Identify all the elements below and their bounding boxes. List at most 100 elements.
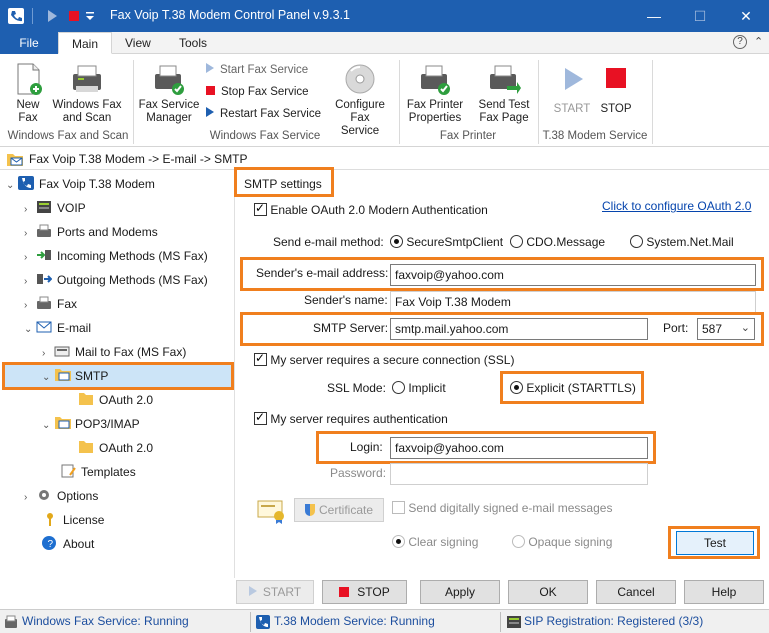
- windows-fax-scan-button[interactable]: Windows Fax and Scan: [50, 62, 124, 125]
- help-button[interactable]: Help: [684, 580, 764, 604]
- tree-item-templates[interactable]: Templates: [60, 460, 136, 484]
- port-select[interactable]: 587 ⌄: [697, 318, 755, 340]
- stop-square-icon: [599, 62, 633, 96]
- checkbox-checked[interactable]: [254, 351, 267, 366]
- clear-signing-radio[interactable]: Clear signing: [392, 535, 478, 549]
- password-input[interactable]: [390, 463, 648, 485]
- radio-unselected[interactable]: [510, 235, 523, 248]
- restart-fax-service-button[interactable]: Restart Fax Service: [206, 105, 321, 123]
- tree-item-email[interactable]: ⌄ E-mail: [24, 316, 91, 340]
- method-cdo-radio[interactable]: CDO.Message: [510, 235, 605, 249]
- certificate-icon: [257, 498, 287, 527]
- tree-item-smtp-selected[interactable]: [2, 362, 234, 390]
- ribbon-stop-button[interactable]: STOP: [596, 62, 636, 116]
- chevron-right-icon[interactable]: ›: [24, 270, 36, 294]
- fax-icon: [36, 294, 52, 309]
- send-test-fax-page-button[interactable]: Send Test Fax Page: [474, 62, 534, 125]
- qat-start-icon[interactable]: [44, 8, 60, 24]
- ribbon-start-button[interactable]: START: [552, 62, 592, 116]
- tree-item-voip[interactable]: › VOIP: [24, 196, 86, 220]
- tree-item-mail-to-fax[interactable]: › Mail to Fax (MS Fax): [42, 340, 186, 364]
- windows-fax-scan-label: Windows Fax and Scan: [52, 99, 122, 124]
- ssl-checkbox[interactable]: My server requires a secure connection (…: [254, 351, 514, 367]
- minimize-button[interactable]: —: [631, 0, 677, 32]
- radio-unselected[interactable]: [630, 235, 643, 248]
- checkbox-checked[interactable]: [254, 410, 267, 425]
- tree-item-smtp[interactable]: ⌄ SMTP: [42, 364, 108, 388]
- auth-checkbox[interactable]: My server requires authentication: [254, 410, 448, 426]
- stop-fax-service-button[interactable]: Stop Fax Service: [206, 83, 309, 101]
- chevron-down-icon[interactable]: ⌄: [42, 414, 54, 438]
- new-fax-button[interactable]: New Fax: [8, 62, 48, 125]
- tree-item-pop3[interactable]: ⌄ POP3/IMAP: [42, 412, 140, 436]
- maximize-button[interactable]: ☐: [677, 0, 723, 32]
- chevron-right-icon[interactable]: ›: [24, 294, 36, 318]
- radio-selected[interactable]: [392, 535, 405, 548]
- tree-item-ports[interactable]: › Ports and Modems: [24, 220, 158, 244]
- tree-item-root[interactable]: ⌄ Fax Voip T.38 Modem: [6, 172, 155, 196]
- qat-stop-icon[interactable]: [66, 8, 82, 24]
- tree-item-about[interactable]: ? About: [42, 532, 94, 556]
- test-button[interactable]: Test: [676, 531, 754, 555]
- configure-fax-service-button[interactable]: Configure Fax Service: [330, 62, 390, 138]
- smtp-server-input[interactable]: smtp.mail.yahoo.com: [390, 318, 648, 340]
- chevron-right-icon[interactable]: ›: [24, 222, 36, 246]
- opaque-signing-radio[interactable]: Opaque signing: [512, 535, 612, 549]
- enable-oauth-checkbox[interactable]: Enable OAuth 2.0 Modern Authentication: [254, 201, 488, 217]
- status-divider: [250, 612, 251, 632]
- splitter[interactable]: [234, 170, 235, 578]
- fax-service-manager-icon: [152, 62, 186, 96]
- bottom-stop-button[interactable]: STOP: [322, 580, 407, 604]
- checkbox-checked[interactable]: [254, 201, 267, 216]
- qat-customize-icon[interactable]: [84, 8, 100, 24]
- ssl-implicit-radio[interactable]: Implicit: [392, 381, 446, 395]
- ssl-explicit-radio[interactable]: Explicit (STARTTLS): [510, 381, 636, 395]
- app-icon[interactable]: [8, 8, 24, 24]
- printer-properties-icon: [418, 62, 452, 96]
- tree-item-fax[interactable]: › Fax: [24, 292, 77, 316]
- close-button[interactable]: ✕: [723, 0, 769, 32]
- chevron-right-icon[interactable]: ›: [24, 198, 36, 222]
- bottom-start-button[interactable]: START: [236, 580, 314, 604]
- login-input[interactable]: faxvoip@yahoo.com: [390, 437, 648, 459]
- start-fax-service-button[interactable]: Start Fax Service: [206, 61, 308, 79]
- checkbox-unchecked[interactable]: [392, 501, 405, 514]
- tree-label: License: [63, 513, 105, 527]
- tree-item-oauth-smtp[interactable]: OAuth 2.0: [78, 388, 153, 412]
- tree-item-incoming[interactable]: › Incoming Methods (MS Fax): [24, 244, 208, 268]
- fax-service-manager-button[interactable]: Fax Service Manager: [138, 62, 200, 125]
- chevron-right-icon[interactable]: ›: [24, 486, 36, 510]
- radio-selected[interactable]: [510, 381, 523, 394]
- fax-printer-properties-button[interactable]: Fax Printer Properties: [404, 62, 466, 125]
- help-icon[interactable]: ?: [733, 35, 747, 49]
- radio-unselected[interactable]: [512, 535, 525, 548]
- tab-tools[interactable]: Tools: [166, 32, 220, 54]
- radio-selected[interactable]: [390, 235, 403, 248]
- certificate-button[interactable]: Certificate: [294, 498, 384, 522]
- tree-item-outgoing[interactable]: › Outgoing Methods (MS Fax): [24, 268, 208, 292]
- sender-name-input[interactable]: Fax Voip T.38 Modem: [390, 291, 756, 313]
- method-systemnetmail-radio[interactable]: System.Net.Mail: [630, 235, 734, 249]
- tab-view[interactable]: View: [112, 32, 164, 54]
- ok-button[interactable]: OK: [508, 580, 588, 604]
- radio-unselected[interactable]: [392, 381, 405, 394]
- cancel-button[interactable]: Cancel: [596, 580, 676, 604]
- signed-checkbox[interactable]: Send digitally signed e-mail messages: [392, 501, 612, 515]
- apply-button[interactable]: Apply: [420, 580, 500, 604]
- chevron-down-icon[interactable]: ⌄: [6, 174, 18, 198]
- tree-item-license[interactable]: License: [42, 508, 104, 532]
- method-securesmtp-radio[interactable]: SecureSmtpClient: [390, 235, 503, 249]
- breadcrumb: Fax Voip T.38 Modem -> E-mail -> SMTP: [0, 148, 769, 170]
- status-divider: [500, 612, 501, 632]
- configure-oauth-link[interactable]: Click to configure OAuth 2.0: [602, 199, 751, 213]
- chevron-right-icon[interactable]: ›: [24, 246, 36, 270]
- chevron-down-icon[interactable]: ⌄: [24, 318, 36, 342]
- sender-email-input[interactable]: faxvoip@yahoo.com: [390, 264, 756, 286]
- tab-file[interactable]: File: [0, 32, 58, 54]
- collapse-ribbon-icon[interactable]: ⌃: [754, 35, 763, 48]
- tab-main[interactable]: Main: [58, 32, 113, 54]
- chevron-down-icon[interactable]: ⌄: [42, 366, 54, 390]
- method-label: System.Net.Mail: [646, 235, 734, 249]
- tree-item-options[interactable]: › Options: [24, 484, 98, 508]
- tree-item-oauth-pop3[interactable]: OAuth 2.0: [78, 436, 153, 460]
